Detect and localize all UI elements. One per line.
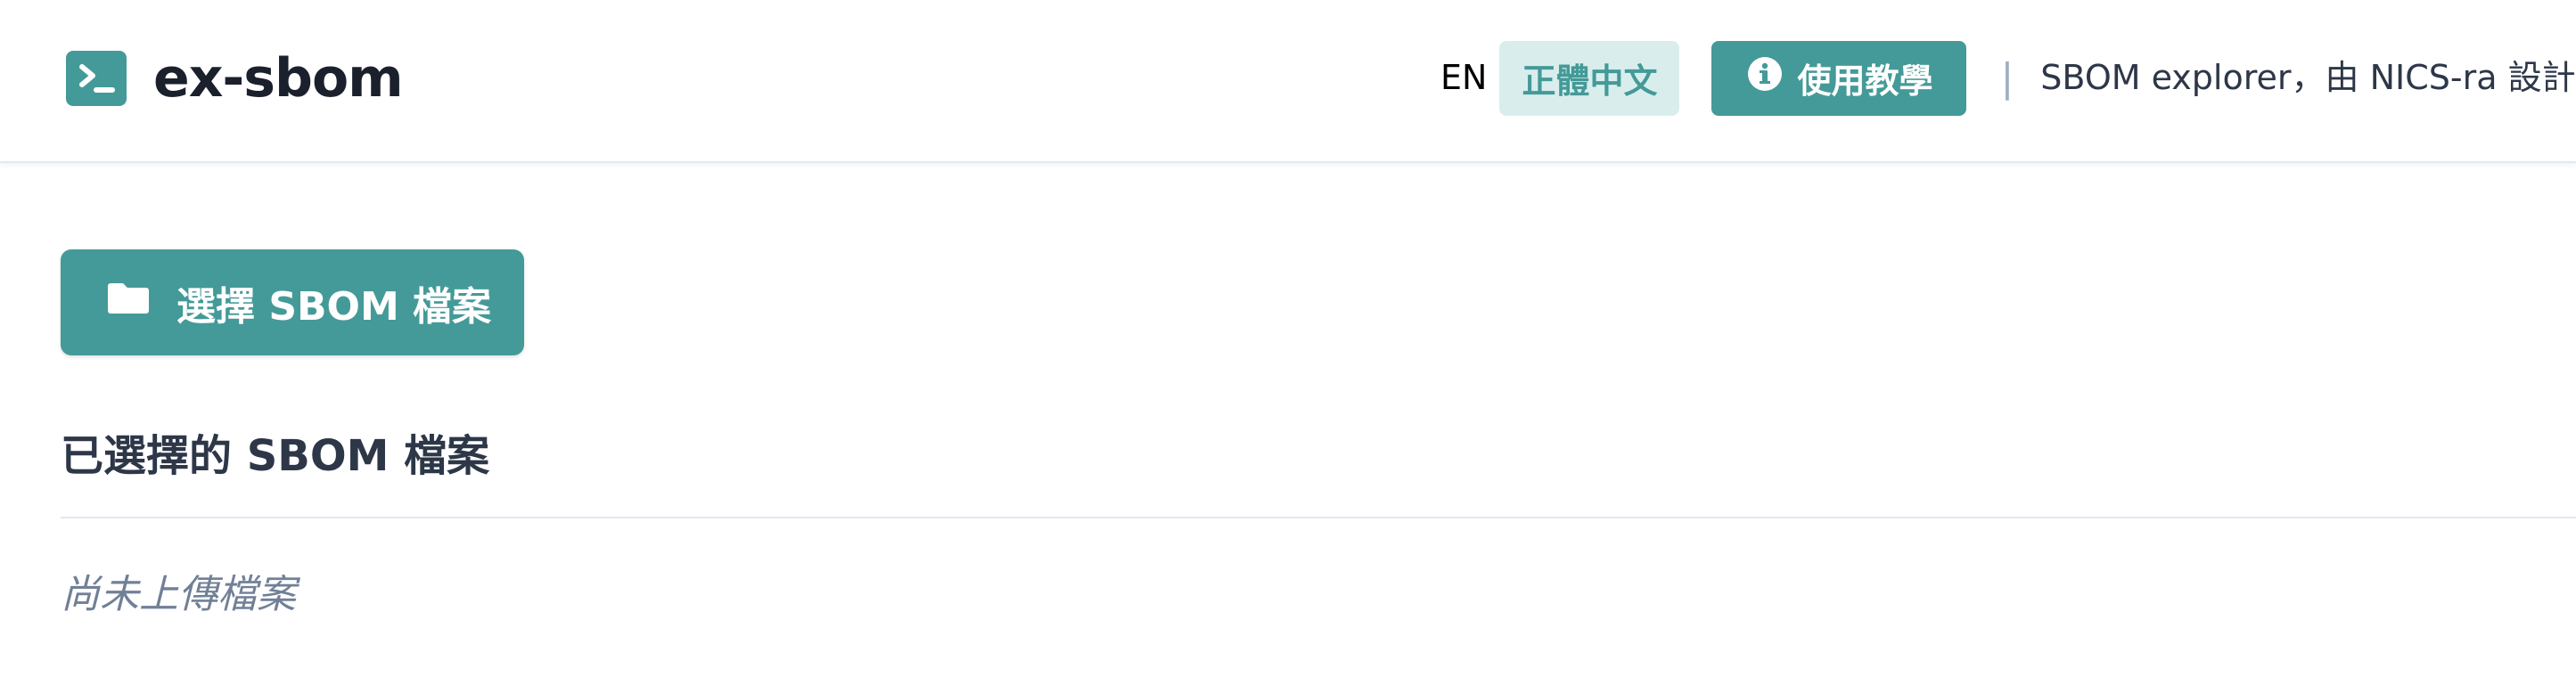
brand-title: ex-sbom [153,47,404,110]
info-circle-icon [1747,56,1783,100]
tutorial-button[interactable]: 使用教學 [1711,40,1967,116]
tutorial-button-label: 使用教學 [1797,61,1933,101]
language-zh-option[interactable]: 正體中文 [1499,40,1680,116]
terminal-icon [66,51,127,106]
nav-divider: | [2000,55,2014,101]
section-divider [61,517,2576,518]
brand[interactable]: ex-sbom [66,47,404,110]
empty-files-message: 尚未上傳檔案 [61,572,296,617]
tagline: SBOM explorer，由 NICS-ra 設計 [2040,58,2576,97]
app-header: ex-sbom EN 正體中文 使用教學 | SBOM explorer，由 N… [0,0,2576,163]
folder-icon [107,280,150,325]
language-en-option[interactable]: EN [1435,40,1499,116]
select-sbom-file-label: 選擇 SBOM 檔案 [176,283,492,330]
header-nav: EN 正體中文 使用教學 | SBOM explorer，由 NICS-ra 設… [1435,40,2576,116]
select-sbom-file-button[interactable]: 選擇 SBOM 檔案 [61,249,524,355]
selected-files-heading: 已選擇的 SBOM 檔案 [61,431,490,481]
